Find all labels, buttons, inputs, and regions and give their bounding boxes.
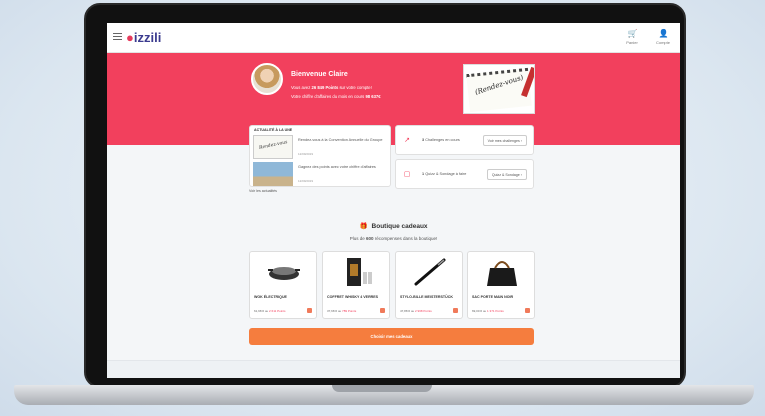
whisky-box-image xyxy=(347,258,372,286)
revenue-line: Votre chiffre d'affaires du mois en cour… xyxy=(291,94,381,99)
quiz-button[interactable]: Quizz & Sondage › xyxy=(486,169,527,180)
boutique-subtitle: Plus de 600 récompenses dans la boutique… xyxy=(349,236,438,241)
points-line: Vous avez 26 849 Points sur votre compte… xyxy=(291,85,372,90)
gift-icon: 🎁 xyxy=(359,223,368,230)
avatar[interactable] xyxy=(251,63,283,95)
brand-logo[interactable]: ●izzili xyxy=(126,30,161,45)
product-card[interactable]: WOK ÉLECTRIQUE 61,98 € ou 2 611 Points xyxy=(249,251,317,319)
see-all-news-link[interactable]: Voir les actualités xyxy=(249,189,277,193)
wok-image xyxy=(268,267,300,280)
news-thumbnail: Rendez-vous xyxy=(253,135,293,159)
rendez-vous-image: (Rendez-vous) xyxy=(463,64,535,114)
news-item[interactable]: Gagnez des points avec votre chiffre d'a… xyxy=(253,162,389,188)
laptop-notch xyxy=(332,385,432,392)
hamburger-menu-icon[interactable] xyxy=(113,33,122,41)
welcome-title: Bienvenue Claire xyxy=(291,71,348,78)
account-button[interactable]: 👤 Compte xyxy=(647,29,679,45)
challenges-card: ↗ 3 Challenges en cours Voir mes challen… xyxy=(395,125,534,155)
top-bar: ●izzili 🛒 Panier 👤 Compte xyxy=(107,23,680,53)
news-card: ACTUALITÉ À LA UNE Rendez-vous Rendez-vo… xyxy=(249,125,391,187)
choose-gifts-button[interactable]: Choisir mes cadeaux xyxy=(249,328,534,345)
add-to-cart-icon[interactable] xyxy=(453,308,458,313)
add-to-cart-icon[interactable] xyxy=(525,308,530,313)
product-card[interactable]: SAC PORTE MAIN NOIR 69,00 € ou 1 371 Poi… xyxy=(467,251,535,319)
user-icon: 👤 xyxy=(658,29,669,38)
news-title: ACTUALITÉ À LA UNE xyxy=(254,128,293,132)
footer xyxy=(107,360,680,378)
laptop-screen: ●izzili 🛒 Panier 👤 Compte Bienvenue Clai… xyxy=(107,23,680,378)
news-item[interactable]: Rendez-vous Rendez-vous à la Convention … xyxy=(253,135,389,161)
bag-image xyxy=(487,261,517,286)
product-card[interactable]: STYLO-BILLE MEISTERSTÜCK 47,88 € ou 2 96… xyxy=(395,251,463,319)
welcome-banner xyxy=(107,53,680,145)
pen-image xyxy=(414,258,446,286)
chat-icon: ▢ xyxy=(403,171,411,178)
news-thumbnail xyxy=(253,162,293,186)
cart-icon: 🛒 xyxy=(627,29,638,38)
boutique-title: 🎁 Boutique cadeaux xyxy=(359,223,428,230)
product-card[interactable]: COFFRET WHISKY 4 VERRES 37,68 € ou 789 P… xyxy=(322,251,390,319)
backdrop: ●izzili 🛒 Panier 👤 Compte Bienvenue Clai… xyxy=(0,0,765,416)
trend-icon: ↗ xyxy=(404,137,410,144)
challenges-button[interactable]: Voir mes challenges › xyxy=(482,135,527,146)
add-to-cart-icon[interactable] xyxy=(380,308,385,313)
add-to-cart-icon[interactable] xyxy=(307,308,312,313)
cart-button[interactable]: 🛒 Panier xyxy=(616,29,648,45)
quiz-card: ▢ 1 Quizz & Sondage à faire Quizz & Sond… xyxy=(395,159,534,189)
